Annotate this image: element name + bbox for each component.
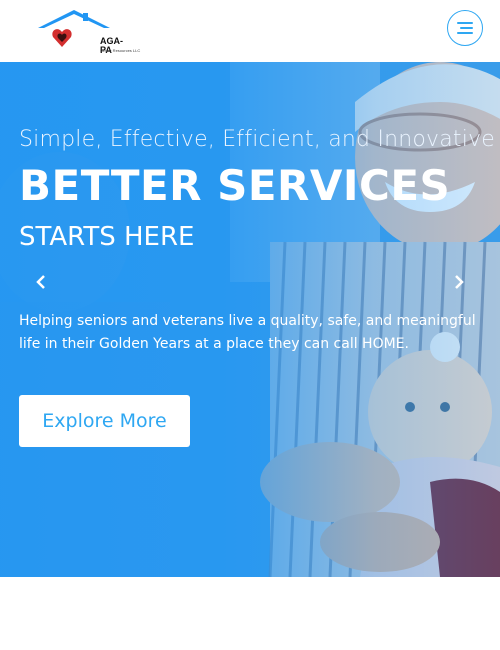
menu-button[interactable] — [447, 10, 483, 46]
chevron-right-icon — [455, 275, 464, 289]
explore-more-button[interactable]: Explore More — [19, 395, 190, 447]
chevron-left-icon — [36, 275, 45, 289]
hero-headline: BETTER SERVICES — [19, 161, 451, 210]
hero-slider: Simple, Effective, Efficient, and Innova… — [0, 62, 500, 577]
site-header: AGA-PA Senior Resources LLC — [0, 0, 500, 62]
hamburger-menu-icon — [457, 22, 473, 34]
hero-tagline: Simple, Effective, Efficient, and Innova… — [19, 127, 496, 152]
hero-subhead: STARTS HERE — [19, 222, 195, 252]
logo-subtitle: Senior Resources LLC — [100, 48, 141, 53]
hero-description: Helping seniors and veterans live a qual… — [19, 313, 476, 352]
slider-prev-button[interactable] — [29, 270, 53, 294]
brand-logo[interactable]: AGA-PA Senior Resources LLC — [36, 8, 140, 55]
slider-next-button[interactable] — [447, 270, 471, 294]
